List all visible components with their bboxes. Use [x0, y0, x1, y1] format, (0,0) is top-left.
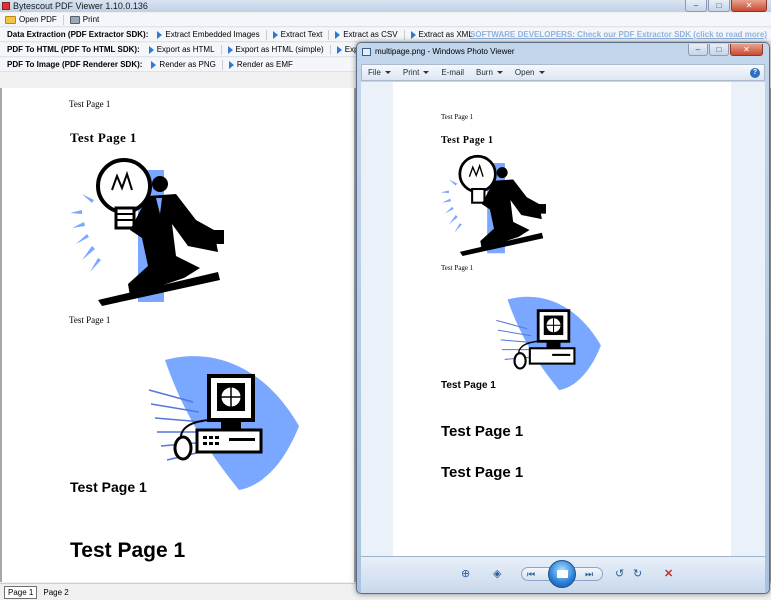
image-heading: Test Page 1: [441, 423, 524, 440]
image-heading: Test Page 1: [441, 380, 496, 391]
render-emf-button[interactable]: Render as EMF: [224, 58, 298, 71]
next-icon[interactable]: ⏭: [585, 568, 593, 580]
image-group-label: PDF To Image (PDF Renderer SDK):: [7, 60, 143, 69]
extract-csv-button[interactable]: Extract as CSV: [330, 28, 402, 41]
export-html-button[interactable]: Export as HTML: [144, 43, 220, 56]
arrow-icon: [157, 30, 163, 39]
render-png-button[interactable]: Render as PNG: [146, 58, 220, 71]
tab-page-1[interactable]: Page 1: [4, 585, 38, 599]
rotate-left-icon[interactable]: ↺: [615, 568, 624, 580]
separator: [62, 14, 64, 25]
photo-viewer-icon: [362, 48, 371, 56]
image-heading: Test Page 1: [441, 135, 494, 146]
extract-images-button[interactable]: Extract Embedded Images: [152, 28, 264, 41]
photo-viewer-title: multipage.png - Windows Photo Viewer: [375, 47, 515, 56]
lightbulb-man-clipart: [70, 158, 224, 306]
menu-file[interactable]: File: [362, 68, 397, 77]
arrow-icon: [410, 30, 416, 39]
arrow-icon: [227, 45, 233, 54]
photo-viewer-menubar: File Print E-mail Burn Open ?: [361, 64, 765, 81]
menu-open[interactable]: Open: [509, 68, 551, 77]
main-titlebar: Bytescout PDF Viewer 1.10.0.136 – □ ✕: [0, 0, 771, 12]
menu-email[interactable]: E-mail: [435, 68, 470, 77]
page-heading: Test Page 1: [70, 539, 186, 562]
arrow-icon: [151, 60, 157, 69]
photo-image: Test Page 1 Test Page 1 Test Page 1 Test…: [393, 82, 731, 556]
pdf-page: Test Page 1 Test Page 1 Test Page 1 Test…: [2, 88, 354, 582]
separator: [220, 44, 222, 55]
lightbulb-man-clipart: [440, 154, 546, 256]
print-button[interactable]: Print: [65, 13, 104, 26]
previous-icon[interactable]: ⏮: [527, 568, 535, 580]
zoom-icon[interactable]: ⊕: [461, 568, 470, 580]
export-html-simple-button[interactable]: Export as HTML (simple): [223, 43, 329, 56]
page-text-line: Test Page 1: [69, 99, 111, 109]
page-heading: Test Page 1: [70, 479, 147, 495]
extract-xml-button[interactable]: Extract as XML: [406, 28, 478, 41]
chevron-down-icon: [423, 71, 430, 74]
arrow-icon: [272, 30, 278, 39]
chevron-down-icon: [496, 71, 503, 74]
extraction-group-label: Data Extraction (PDF Extractor SDK):: [7, 30, 149, 39]
separator: [265, 29, 267, 40]
window-controls: – □ ✕: [685, 0, 767, 12]
image-text-line: Test Page 1: [441, 113, 474, 121]
slideshow-button[interactable]: [548, 560, 576, 588]
folder-icon: [5, 15, 16, 24]
open-pdf-button[interactable]: Open PDF: [0, 13, 62, 26]
extraction-toolbar: Data Extraction (PDF Extractor SDK): Ext…: [0, 28, 771, 42]
app-icon: [2, 2, 10, 10]
extract-text-button[interactable]: Extract Text: [268, 28, 328, 41]
pv-close-button[interactable]: ✕: [730, 44, 763, 56]
help-icon[interactable]: ?: [750, 68, 760, 78]
chevron-down-icon: [384, 71, 391, 74]
arrow-icon: [148, 45, 154, 54]
computer-clipart: [496, 296, 601, 391]
minimize-button[interactable]: –: [685, 0, 707, 12]
separator: [328, 29, 330, 40]
chevron-down-icon: [538, 71, 545, 74]
separator: [403, 29, 405, 40]
page-text-line: Test Page 1: [69, 315, 111, 325]
window-title: Bytescout PDF Viewer 1.10.0.136: [13, 1, 148, 11]
actual-size-icon[interactable]: ◈: [493, 568, 501, 580]
computer-clipart: [148, 356, 299, 490]
arrow-icon: [336, 45, 342, 54]
photo-viewer-window-controls: – □ ✕: [688, 44, 763, 56]
photo-viewer-window: multipage.png - Windows Photo Viewer – □…: [356, 42, 770, 594]
promo-link[interactable]: SOFTWARE DEVELOPERS: Check our PDF Extra…: [470, 28, 767, 42]
arrow-icon: [228, 60, 234, 69]
pv-minimize-button[interactable]: –: [688, 44, 708, 56]
delete-icon[interactable]: ✕: [664, 568, 673, 580]
printer-icon: [69, 15, 80, 24]
html-group-label: PDF To HTML (PDF To HTML SDK):: [7, 45, 140, 54]
image-heading: Test Page 1: [441, 464, 524, 481]
image-text-line: Test Page 1: [441, 264, 474, 272]
pv-maximize-button[interactable]: □: [709, 44, 729, 56]
tab-page-2[interactable]: Page 2: [40, 587, 71, 598]
separator: [221, 59, 223, 70]
menu-print[interactable]: Print: [397, 68, 435, 77]
close-button[interactable]: ✕: [731, 0, 767, 12]
separator: [329, 44, 331, 55]
photo-viewer-controls: ⊕ ◈ ⏮ ⏭ ↺ ↻ ✕: [361, 556, 765, 593]
maximize-button[interactable]: □: [708, 0, 730, 12]
menu-burn[interactable]: Burn: [470, 68, 509, 77]
photo-viewer-canvas[interactable]: Test Page 1 Test Page 1 Test Page 1 Test…: [361, 82, 765, 556]
main-toolbar: Open PDF Print: [0, 13, 771, 27]
page-heading: Test Page 1: [70, 130, 137, 145]
rotate-right-icon[interactable]: ↻: [633, 568, 642, 580]
arrow-icon: [335, 30, 341, 39]
